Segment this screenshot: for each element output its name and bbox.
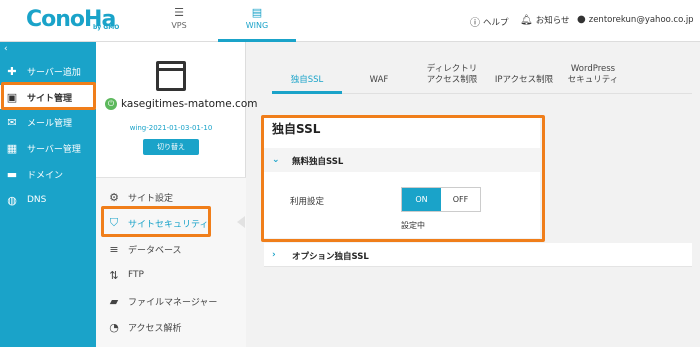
- sidebar-item-label: DNS: [27, 195, 47, 205]
- sidebar-item-label: ドメイン: [27, 170, 64, 181]
- submenu-item-label: FTP: [128, 270, 144, 280]
- submenu-item-access-analytics[interactable]: ◔ アクセス解析: [108, 317, 182, 337]
- help-label: ヘルプ: [483, 17, 509, 28]
- highlight-site-management: [1, 82, 96, 110]
- settings-icon: ⚙: [109, 190, 119, 204]
- tab-directory-access[interactable]: ディレクトリ アクセス制限: [416, 64, 488, 86]
- sidebar-item-label: サーバー管理: [27, 144, 81, 155]
- tab-label-line1: WordPress: [570, 64, 616, 74]
- server-icon: ☰: [174, 6, 184, 19]
- highlight-ssl-card: [261, 115, 545, 242]
- tab-label: IPアクセス制限: [494, 75, 554, 85]
- power-icon: ⏻: [105, 98, 117, 110]
- tab-wordpress-security[interactable]: WordPress セキュリティ: [560, 64, 626, 86]
- site-id: wing-2021-01-03-01-10: [129, 124, 213, 132]
- tab-ssl[interactable]: 独自SSL: [272, 75, 342, 86]
- notice-label: お知らせ: [535, 16, 570, 26]
- browser-window-icon: [156, 61, 186, 91]
- tab-label-line2: アクセス制限: [426, 75, 478, 85]
- sidebar-item-dns[interactable]: ◍ DNS: [0, 188, 96, 212]
- logo-sub-text: by GMO: [93, 24, 120, 31]
- submenu-item-site-settings[interactable]: ⚙ サイト設定: [108, 187, 173, 207]
- active-tab-underline: [272, 91, 342, 94]
- active-pointer-arrow: [237, 216, 245, 228]
- submenu-item-label: ファイルマネージャー: [128, 297, 218, 308]
- submenu-item-database[interactable]: ≡ データベース: [108, 239, 182, 259]
- submenu-item-label: アクセス解析: [128, 323, 182, 334]
- sidebar-item-mail-management[interactable]: ✉ メール管理: [0, 110, 96, 134]
- submenu-item-file-manager[interactable]: ▰ ファイルマネージャー: [108, 291, 218, 311]
- mail-icon: ✉: [7, 115, 17, 129]
- collapse-icon[interactable]: ‹: [4, 44, 8, 54]
- conoha-logo[interactable]: ConoHa by GMO: [26, 7, 119, 32]
- highlight-site-security: [101, 206, 211, 237]
- top-tab-vps[interactable]: ☰ VPS: [164, 6, 194, 30]
- site-domain: kasegitimes-matome.com: [121, 98, 258, 110]
- tab-label: 独自SSL: [290, 75, 324, 85]
- wing-icon: ▤: [251, 6, 263, 19]
- help-link[interactable]: ⓘ ヘルプ: [470, 14, 509, 30]
- user-icon: ●: [577, 14, 586, 25]
- globe-icon: ◍: [7, 193, 17, 207]
- bell-icon: 🔔︎: [520, 14, 533, 26]
- top-tab-vps-label: VPS: [171, 21, 187, 30]
- database-icon: ≡: [109, 242, 119, 256]
- tab-label: WAF: [369, 75, 389, 85]
- submenu-panel: ⚙ サイト設定 ⛉ サイトセキュリティ ≡ データベース ⇅ FTP ▰ ファイ…: [96, 177, 246, 347]
- top-tab-wing[interactable]: ▤ WING: [218, 6, 296, 30]
- submenu-item-label: サイト設定: [128, 193, 174, 204]
- domain-icon: ▬: [6, 167, 18, 181]
- sidebar-item-label: メール管理: [27, 118, 73, 129]
- top-header: ConoHa by GMO ☰ VPS ▤ WING ⓘ ヘルプ 🔔︎ お知らせ…: [0, 0, 700, 42]
- top-tab-wing-label: WING: [245, 21, 269, 30]
- submenu-item-label: データベース: [128, 245, 182, 256]
- submenu-item-ftp[interactable]: ⇅ FTP: [108, 265, 144, 285]
- pie-chart-icon: ◔: [109, 320, 119, 334]
- folder-icon: ▰: [109, 294, 119, 308]
- question-icon: ⓘ: [470, 18, 480, 29]
- transfer-icon: ⇅: [109, 268, 119, 282]
- notice-link[interactable]: 🔔︎ お知らせ: [520, 14, 570, 27]
- site-panel: ⏻ kasegitimes-matome.com wing-2021-01-03…: [96, 42, 257, 347]
- tab-ip-access[interactable]: IPアクセス制限: [488, 75, 560, 86]
- sidebar-item-domain[interactable]: ▬ ドメイン: [0, 162, 96, 186]
- user-email: zentorekun@yahoo.co.jp: [588, 14, 694, 25]
- option-ssl-label: オプション独自SSL: [292, 252, 369, 262]
- tab-label-line2: セキュリティ: [567, 75, 619, 85]
- switch-site-button[interactable]: 切り替え: [143, 139, 199, 155]
- plus-icon: ✚: [7, 64, 17, 78]
- user-menu[interactable]: ● zentorekun@yahoo.co.jp: [577, 14, 694, 25]
- tab-waf[interactable]: WAF: [352, 75, 406, 86]
- tab-label-line1: ディレクトリ: [426, 64, 478, 74]
- sidebar-item-server-management[interactable]: ▦ サーバー管理: [0, 136, 96, 160]
- sidebar-item-label: サーバー追加: [27, 67, 81, 78]
- server-icon: ▦: [6, 141, 18, 155]
- sidebar-item-add-server[interactable]: ✚ サーバー追加: [0, 59, 96, 83]
- chevron-right-icon: ›: [272, 250, 276, 260]
